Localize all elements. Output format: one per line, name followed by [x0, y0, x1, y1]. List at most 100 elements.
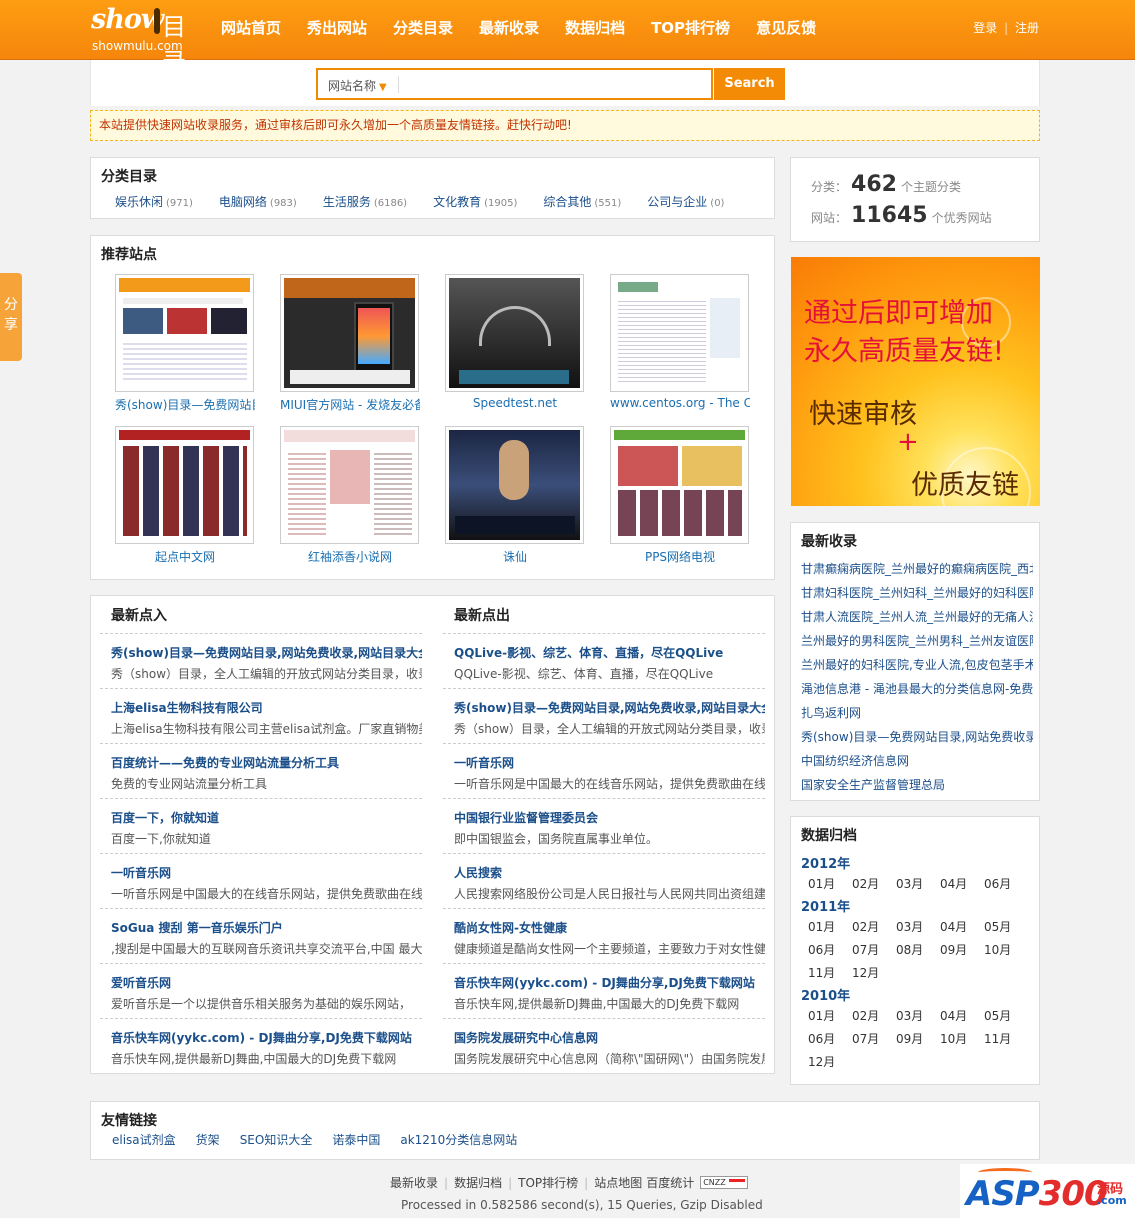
- search-input[interactable]: [404, 74, 704, 94]
- archive-month[interactable]: 08月: [896, 941, 940, 958]
- archive-month[interactable]: 11月: [808, 964, 852, 981]
- archive-month[interactable]: 10月: [940, 1030, 984, 1047]
- site-stat-count: 11645: [851, 203, 928, 228]
- newest-item[interactable]: 兰州最好的男科医院_兰州男科_兰州友谊医院: [801, 629, 1033, 653]
- search-box: 网站名称 ▼: [316, 68, 713, 100]
- archive-month[interactable]: 06月: [808, 941, 852, 958]
- recommended-site[interactable]: www.centos.org - The Community ENTerpris…: [610, 274, 750, 410]
- login-link[interactable]: 登录: [973, 21, 997, 35]
- friend-link[interactable]: ak1210分类信息网站: [400, 1131, 517, 1148]
- newest-item[interactable]: 甘肃妇科医院_兰州妇科_兰州最好的妇科医院: [801, 581, 1033, 605]
- friend-link[interactable]: 货架: [196, 1131, 220, 1148]
- nav-top-ranking[interactable]: TOP排行榜: [651, 17, 730, 38]
- list-item[interactable]: 一听音乐网 一听音乐网是中国最大的在线音乐网站，提供免费歌曲在线试听: [443, 743, 765, 798]
- list-item[interactable]: 百度一下，你就知道 百度一下,你就知道: [100, 798, 422, 853]
- archive-year[interactable]: 2010年: [801, 985, 850, 1004]
- list-item[interactable]: 百度统计——免费的专业网站流量分析工具 免费的专业网站流量分析工具: [100, 743, 422, 798]
- newest-item[interactable]: 中国纺织经济信息网: [801, 749, 1033, 773]
- nav-archive[interactable]: 数据归档: [565, 17, 625, 38]
- archive-month[interactable]: 05月: [984, 918, 1028, 935]
- recommended-site[interactable]: 诛仙: [445, 426, 585, 565]
- nav-feedback[interactable]: 意见反馈: [756, 17, 816, 38]
- category-item[interactable]: 文化教育 (1905): [433, 193, 517, 210]
- site-logo[interactable]: show 目录 showmulu.com: [91, 4, 201, 76]
- newest-item[interactable]: 甘肃癫痫病医院_兰州最好的癫痫病医院_西北癫痫病医院: [801, 557, 1033, 581]
- recommended-site[interactable]: 起点中文网: [115, 426, 255, 565]
- list-item[interactable]: 音乐快车网(yykc.com) - DJ舞曲分享,DJ免费下载网站 音乐快车网,提…: [443, 963, 765, 1018]
- archive-month[interactable]: 01月: [808, 918, 852, 935]
- newest-item[interactable]: 渑池信息港 - 渑池县最大的分类信息网-免费发布: [801, 677, 1033, 701]
- archive-month[interactable]: 02月: [852, 1007, 896, 1024]
- list-item[interactable]: SoGua 搜刮 第一音乐娱乐门户 ,搜刮是中国最大的互联网音乐资讯共享交流平台,…: [100, 908, 422, 963]
- newest-item[interactable]: 兰州最好的妇科医院,专业人流,包皮包茎手术: [801, 653, 1033, 677]
- list-item[interactable]: 国务院发展研究中心信息网 国务院发展研究中心信息网（简称\"国研网\"）由国务院发…: [443, 1018, 765, 1073]
- newest-item[interactable]: 甘肃人流医院_兰州人流_兰州最好的无痛人流医院: [801, 605, 1033, 629]
- archive-month[interactable]: 03月: [896, 875, 940, 892]
- recommended-site[interactable]: MIUI官方网站 - 发烧友必备: [280, 274, 420, 413]
- search-button[interactable]: Search: [714, 68, 785, 100]
- archive-month[interactable]: 11月: [984, 1030, 1028, 1047]
- friend-link[interactable]: 诺泰中国: [332, 1131, 380, 1148]
- archive-month[interactable]: 03月: [896, 1007, 940, 1024]
- category-item[interactable]: 综合其他 (551): [543, 193, 621, 210]
- list-item[interactable]: 人民搜索 人民搜索网络股份公司是人民日报社与人民网共同出资组建: [443, 853, 765, 908]
- newest-item[interactable]: 秀(show)目录—免费网站目录,网站免费收录,网站目录大全: [801, 725, 1033, 749]
- item-desc: QQLive-影视、综艺、体育、直播，尽在QQLive: [454, 667, 714, 681]
- recommended-site[interactable]: Speedtest.net: [445, 274, 585, 410]
- list-item[interactable]: 音乐快车网(yykc.com) - DJ舞曲分享,DJ免费下载网站 音乐快车网,提…: [100, 1018, 422, 1073]
- archive-year[interactable]: 2012年: [801, 853, 850, 872]
- friend-link[interactable]: elisa试剂盒: [112, 1131, 176, 1148]
- archive-month[interactable]: 04月: [940, 875, 984, 892]
- list-item[interactable]: 秀(show)目录—免费网站目录,网站免费收录,网站目录大全 秀（show）目录，…: [443, 688, 765, 743]
- archive-month[interactable]: 01月: [808, 1007, 852, 1024]
- footer-link-archive[interactable]: 数据归档: [454, 1174, 502, 1191]
- archive-month[interactable]: 03月: [896, 918, 940, 935]
- recommended-site[interactable]: PPS网络电视: [610, 426, 750, 565]
- archive-year[interactable]: 2011年: [801, 896, 850, 915]
- archive-month[interactable]: 05月: [984, 1007, 1028, 1024]
- archive-month[interactable]: 06月: [808, 1030, 852, 1047]
- list-item[interactable]: 秀(show)目录—免费网站目录,网站免费收录,网站目录大全 秀（show）目录，…: [100, 633, 422, 688]
- friend-link[interactable]: SEO知识大全: [240, 1131, 313, 1148]
- footer-link-sitemap[interactable]: 站点地图: [594, 1174, 642, 1191]
- footer-baidu-stats[interactable]: 百度统计: [646, 1174, 694, 1191]
- list-item[interactable]: 一听音乐网 一听音乐网是中国最大的在线音乐网站，提供免费歌曲在线试听: [100, 853, 422, 908]
- footer-link-latest[interactable]: 最新收录: [390, 1174, 438, 1191]
- cnzz-badge[interactable]: CNZZ: [700, 1176, 749, 1189]
- category-item[interactable]: 生活服务 (6186): [323, 193, 407, 210]
- archive-month[interactable]: 06月: [984, 875, 1028, 892]
- archive-month[interactable]: 09月: [896, 1030, 940, 1047]
- archive-month[interactable]: 01月: [808, 875, 852, 892]
- footer-link-top[interactable]: TOP排行榜: [518, 1174, 578, 1191]
- nav-home[interactable]: 网站首页: [221, 17, 281, 38]
- archive-month[interactable]: 07月: [852, 941, 896, 958]
- newest-item[interactable]: 国家安全生产监督管理总局: [801, 773, 1033, 797]
- archive-month[interactable]: 10月: [984, 941, 1028, 958]
- promo-banner[interactable]: 通过后即可增加 永久高质量友链! 快速审核 + 优质友链: [791, 257, 1040, 506]
- category-item[interactable]: 娱乐休闲 (971): [115, 193, 193, 210]
- category-item[interactable]: 电脑网络 (983): [219, 193, 297, 210]
- category-item[interactable]: 公司与企业 (0): [647, 193, 724, 210]
- archive-month[interactable]: 02月: [852, 918, 896, 935]
- register-link[interactable]: 注册: [1015, 21, 1039, 35]
- archive-month[interactable]: 02月: [852, 875, 896, 892]
- list-item[interactable]: 爱听音乐网 爱听音乐是一个以提供音乐相关服务为基础的娱乐网站，: [100, 963, 422, 1018]
- archive-month[interactable]: 12月: [808, 1053, 852, 1070]
- archive-month[interactable]: 07月: [852, 1030, 896, 1047]
- list-item[interactable]: QQLive-影视、综艺、体育、直播，尽在QQLive QQLive-影视、综艺、…: [443, 633, 765, 688]
- nav-latest[interactable]: 最新收录: [479, 17, 539, 38]
- archive-month[interactable]: 12月: [852, 964, 896, 981]
- search-type-select[interactable]: 网站名称 ▼: [328, 77, 387, 94]
- newest-item[interactable]: 扎鸟返利网: [801, 701, 1033, 725]
- nav-submit-site[interactable]: 秀出网站: [307, 17, 367, 38]
- list-item[interactable]: 中国银行业监督管理委员会 即中国银监会，国务院直属事业单位。: [443, 798, 765, 853]
- archive-month[interactable]: 04月: [940, 918, 984, 935]
- recommended-site[interactable]: 红袖添香小说网: [280, 426, 420, 565]
- share-tab[interactable]: 分享: [0, 273, 22, 361]
- list-item[interactable]: 酷尚女性网-女性健康 健康频道是酷尚女性网一个主要频道，主要致力于对女性健康: [443, 908, 765, 963]
- list-item[interactable]: 上海elisa生物科技有限公司 上海elisa生物科技有限公司主营elisa试剂盒…: [100, 688, 422, 743]
- nav-categories[interactable]: 分类目录: [393, 17, 453, 38]
- recommended-site[interactable]: 秀(show)目录—免费网站目录: [115, 274, 255, 413]
- archive-month[interactable]: 04月: [940, 1007, 984, 1024]
- archive-month[interactable]: 09月: [940, 941, 984, 958]
